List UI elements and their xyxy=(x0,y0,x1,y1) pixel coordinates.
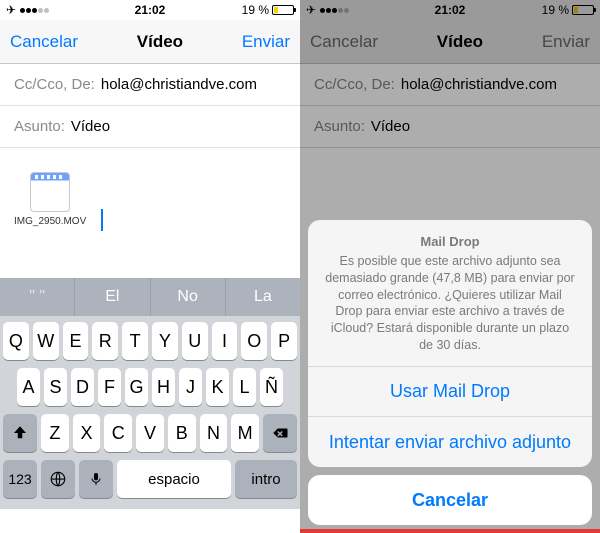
space-key[interactable]: espacio xyxy=(117,460,231,498)
key-v[interactable]: V xyxy=(136,414,164,452)
key-i[interactable]: I xyxy=(212,322,238,360)
mic-icon xyxy=(88,471,104,487)
sheet-message: Es posible que este archivo adjunto sea … xyxy=(324,253,576,354)
send-button[interactable]: Enviar xyxy=(242,32,290,52)
key-o[interactable]: O xyxy=(241,322,267,360)
globe-key[interactable] xyxy=(41,460,75,498)
text-cursor xyxy=(101,209,103,231)
cc-label: Cc/Cco, De: xyxy=(14,76,95,93)
key-row: ASDFGHJKLÑ xyxy=(3,368,297,406)
globe-icon xyxy=(49,470,67,488)
shift-key[interactable] xyxy=(3,414,37,452)
sheet-header: Mail Drop Es posible que este archivo ad… xyxy=(308,220,592,367)
key-ñ[interactable]: Ñ xyxy=(260,368,283,406)
key-e[interactable]: E xyxy=(63,322,89,360)
key-u[interactable]: U xyxy=(182,322,208,360)
key-r[interactable]: R xyxy=(92,322,118,360)
use-mail-drop-button[interactable]: Usar Mail Drop xyxy=(308,367,592,417)
numbers-key[interactable]: 123 xyxy=(3,460,37,498)
cc-from-row[interactable]: Cc/Cco, De: hola@christiandve.com xyxy=(0,64,300,106)
key-j[interactable]: J xyxy=(179,368,202,406)
key-a[interactable]: A xyxy=(17,368,40,406)
key-z[interactable]: Z xyxy=(41,414,69,452)
battery-icon xyxy=(272,5,294,15)
predict-option[interactable]: No xyxy=(151,278,226,316)
dictation-key[interactable] xyxy=(79,460,113,498)
key-k[interactable]: K xyxy=(206,368,229,406)
subject-label: Asunto: xyxy=(14,118,65,135)
key-q[interactable]: Q xyxy=(3,322,29,360)
action-sheet: Mail Drop Es posible que este archivo ad… xyxy=(308,220,592,525)
key-n[interactable]: N xyxy=(200,414,228,452)
keyboard: QWERTYUIOP ASDFGHJKLÑ ZXCVBNM 123 espaci… xyxy=(0,316,300,509)
subject-value: Vídeo xyxy=(71,118,110,135)
shift-icon xyxy=(11,424,29,442)
key-row: 123 espacio intro xyxy=(3,460,297,498)
return-key[interactable]: intro xyxy=(235,460,297,498)
screen-compose: ✈︎ 21:02 19 % Cancelar Vídeo Enviar Cc/C… xyxy=(0,0,300,533)
key-c[interactable]: C xyxy=(104,414,132,452)
video-file-icon xyxy=(30,172,70,212)
sheet-cancel-button[interactable]: Cancelar xyxy=(308,475,592,525)
cancel-button[interactable]: Cancelar xyxy=(10,32,78,52)
screen-maildrop-sheet: ✈︎ 21:02 19 % Cancelar Vídeo Enviar Cc/C… xyxy=(300,0,600,533)
key-b[interactable]: B xyxy=(168,414,196,452)
nav-bar: Cancelar Vídeo Enviar xyxy=(0,20,300,64)
predict-option[interactable]: " " xyxy=(0,278,75,316)
key-w[interactable]: W xyxy=(33,322,59,360)
backspace-key[interactable] xyxy=(263,414,297,452)
sheet-title: Mail Drop xyxy=(324,234,576,249)
from-value: hola@christiandve.com xyxy=(101,76,257,93)
subject-row[interactable]: Asunto: Vídeo xyxy=(0,106,300,148)
try-send-attachment-button[interactable]: Intentar enviar archivo adjunto xyxy=(308,417,592,467)
bottom-accent-bar xyxy=(300,529,600,533)
attachment-name: IMG_2950.MOV xyxy=(14,216,86,227)
predictive-bar: " " El No La xyxy=(0,278,300,316)
key-p[interactable]: P xyxy=(271,322,297,360)
key-d[interactable]: D xyxy=(71,368,94,406)
key-x[interactable]: X xyxy=(73,414,101,452)
backspace-icon xyxy=(271,424,289,442)
status-time: 21:02 xyxy=(0,3,300,17)
attachment[interactable]: IMG_2950.MOV xyxy=(14,172,86,227)
key-g[interactable]: G xyxy=(125,368,148,406)
predict-option[interactable]: La xyxy=(226,278,300,316)
key-h[interactable]: H xyxy=(152,368,175,406)
status-bar: ✈︎ 21:02 19 % xyxy=(0,0,300,20)
key-row: ZXCVBNM xyxy=(3,414,297,452)
key-t[interactable]: T xyxy=(122,322,148,360)
key-m[interactable]: M xyxy=(231,414,259,452)
key-f[interactable]: F xyxy=(98,368,121,406)
key-y[interactable]: Y xyxy=(152,322,178,360)
key-row: QWERTYUIOP xyxy=(3,322,297,360)
compose-body[interactable]: IMG_2950.MOV xyxy=(0,148,300,278)
nav-title: Vídeo xyxy=(137,32,183,52)
key-s[interactable]: S xyxy=(44,368,67,406)
key-l[interactable]: L xyxy=(233,368,256,406)
predict-option[interactable]: El xyxy=(75,278,150,316)
